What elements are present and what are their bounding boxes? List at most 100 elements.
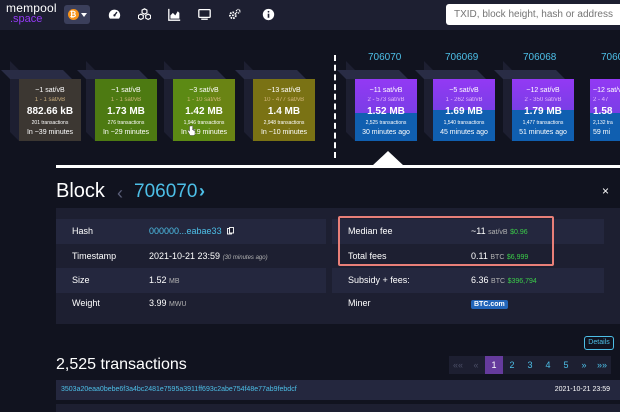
tx-timestamp: 2021-10-21 23:59: [554, 386, 610, 393]
timestamp-relative: (30 minutes ago): [222, 255, 268, 261]
info-icon[interactable]: [262, 8, 275, 21]
dashboard-icon[interactable]: [108, 8, 121, 21]
miner-row: Miner BTC.com: [332, 291, 604, 316]
block-mined-time: 45 minutes ago: [440, 129, 488, 136]
block-height-link[interactable]: 706068: [523, 52, 556, 63]
timestamp-value: 2021-10-21 23:59: [149, 251, 221, 261]
block-size: 1.58: [593, 106, 613, 117]
page-1[interactable]: 1: [485, 356, 503, 374]
block-size: 1.73 MB: [107, 106, 145, 117]
block-fee: ~13 sat/vB: [267, 87, 301, 94]
block-size: 1.42 MB: [185, 106, 223, 117]
block-eta: In ~29 minutes: [102, 129, 150, 136]
weight-value: 3.99: [149, 298, 167, 308]
block-mined-time: 51 minutes ago: [519, 129, 567, 136]
block-size: 1.52 MB: [367, 106, 405, 117]
mempool-logo[interactable]: mempool .space: [6, 2, 57, 25]
logo-text-bottom: .space: [10, 13, 43, 25]
transactions-heading: 2,525 transactions: [56, 356, 187, 373]
page-5[interactable]: 5: [557, 356, 575, 374]
timestamp-row: Timestamp 2021-10-21 23:59 (30 minutes a…: [56, 244, 326, 269]
block-size: 1.79 MB: [524, 106, 562, 117]
block-fee: ~11 sat/vB: [369, 87, 403, 94]
block-fee: ~1 sat/vB: [111, 87, 141, 94]
block-size: 882.66 kB: [26, 106, 74, 117]
fee-highlight-box: [338, 216, 554, 266]
weight-label: Weight: [72, 298, 100, 308]
block-height-link[interactable]: 70606: [601, 52, 620, 63]
hand-cursor-icon: [187, 125, 196, 136]
block-eta: In ~39 minutes: [26, 129, 74, 136]
mempool-block[interactable]: ~3 sat/vB 1 - 10 sat/vB 1.42 MB 1,946 tr…: [155, 61, 235, 141]
page-last[interactable]: »»: [593, 356, 611, 374]
mined-block[interactable]: ~11 sat/vB 2 - 573 sat/vB 1.52 MB 2,525 …: [337, 61, 417, 141]
section-divider: [56, 165, 620, 168]
block-eta: In ~19 minutes: [180, 129, 228, 136]
size-value: 1.52: [149, 275, 167, 285]
page-prev[interactable]: «: [467, 356, 485, 374]
page-first[interactable]: ««: [449, 356, 467, 374]
cubes-icon[interactable]: [138, 8, 151, 21]
search-input[interactable]: [446, 4, 620, 25]
block-fee-range: 2 - 350 sat/vB: [524, 97, 562, 103]
subsidy-usd: $396,794: [507, 278, 537, 285]
hash-link[interactable]: 000000...eabae33: [149, 226, 222, 236]
block-fee: ~12 sat/vB: [593, 87, 620, 94]
miner-badge[interactable]: BTC.com: [471, 300, 508, 309]
page-title: Block: [56, 180, 105, 202]
mined-block[interactable]: ~12 sat/vB 2 - 47 1.58 2,132 tra 59 mi: [590, 79, 620, 141]
block-tx-count: 276 transactions: [107, 120, 145, 126]
size-unit: MB: [169, 278, 180, 285]
copy-icon[interactable]: [227, 227, 235, 235]
timestamp-label: Timestamp: [72, 251, 117, 261]
network-selector-button[interactable]: ₿: [64, 5, 90, 24]
subsidy-row: Subsidy + fees: 6.36 BTC $396,794: [332, 268, 604, 293]
block-fee-range: 1 - 1 sat/vB: [110, 97, 142, 103]
cogs-icon[interactable]: [228, 8, 241, 21]
block-fee-range: 2 - 47: [593, 97, 609, 103]
block-height-link[interactable]: 706069: [445, 52, 478, 63]
block-fee: ~5 sat/vB: [449, 87, 479, 94]
mined-block[interactable]: ~5 sat/vB 1 - 262 sat/vB 1.69 MB 1,540 t…: [415, 61, 495, 141]
txid-link[interactable]: 3503a20eaa0bebe6f3a4bc2481e7595a3911ff69…: [61, 380, 297, 400]
bitcoin-icon: ₿: [67, 9, 79, 20]
page-2[interactable]: 2: [503, 356, 521, 374]
tv-icon[interactable]: [198, 8, 211, 21]
close-icon[interactable]: ×: [602, 184, 609, 198]
size-row: Size 1.52 MB: [56, 268, 326, 293]
chart-area-icon[interactable]: [168, 8, 181, 21]
block-fee: ~12 sat/vB: [526, 87, 560, 94]
details-button[interactable]: Details: [584, 336, 614, 350]
mempool-block[interactable]: ~13 sat/vB 10 - 477 sat/vB 1.4 MB 2,948 …: [235, 61, 315, 141]
block-tx-count: 2,525 transactions: [365, 120, 407, 126]
miner-label: Miner: [348, 298, 371, 308]
page-next[interactable]: »: [575, 356, 593, 374]
pagination: «« « 1 2 3 4 5 » »»: [449, 356, 611, 374]
selected-block-arrow: [372, 151, 404, 166]
block-fee-range: 10 - 477 sat/vB: [263, 97, 305, 103]
mempool-block[interactable]: ~1 sat/vB 1 - 1 sat/vB 1.73 MB 276 trans…: [77, 61, 157, 141]
block-mined-time: 30 minutes ago: [362, 129, 410, 136]
size-label: Size: [72, 275, 90, 285]
transaction-body: [56, 404, 620, 412]
block-fee-range: 1 - 10 sat/vB: [187, 97, 221, 103]
mined-block[interactable]: ~12 sat/vB 2 - 350 sat/vB 1.79 MB 1,477 …: [494, 61, 574, 141]
block-tx-count: 1,946 transactions: [183, 120, 225, 126]
prev-block-chevron-icon[interactable]: ‹: [117, 183, 123, 204]
block-height-link[interactable]: 706070: [368, 52, 401, 63]
next-block-chevron-icon[interactable]: ›: [199, 181, 205, 202]
page-3[interactable]: 3: [521, 356, 539, 374]
subsidy-unit: BTC: [491, 278, 506, 285]
page-4[interactable]: 4: [539, 356, 557, 374]
weight-row: Weight 3.99 MWU: [56, 291, 326, 316]
block-eta: In ~10 minutes: [260, 129, 308, 136]
block-tx-count: 2,132 tra: [593, 120, 613, 126]
mempool-block[interactable]: ~1 sat/vB 1 - 1 sat/vB 882.66 kB 201 tra…: [1, 61, 81, 141]
hash-label: Hash: [72, 226, 94, 236]
block-tx-count: 2,948 transactions: [263, 120, 305, 126]
transaction-row: 3503a20eaa0bebe6f3a4bc2481e7595a3911ff69…: [56, 380, 620, 400]
block-size: 1.4 MB: [267, 106, 301, 117]
block-height-title: 706070: [134, 181, 198, 202]
block-fee-range: 1 - 1 sat/vB: [34, 97, 66, 103]
block-fee-range: 1 - 262 sat/vB: [445, 97, 483, 103]
